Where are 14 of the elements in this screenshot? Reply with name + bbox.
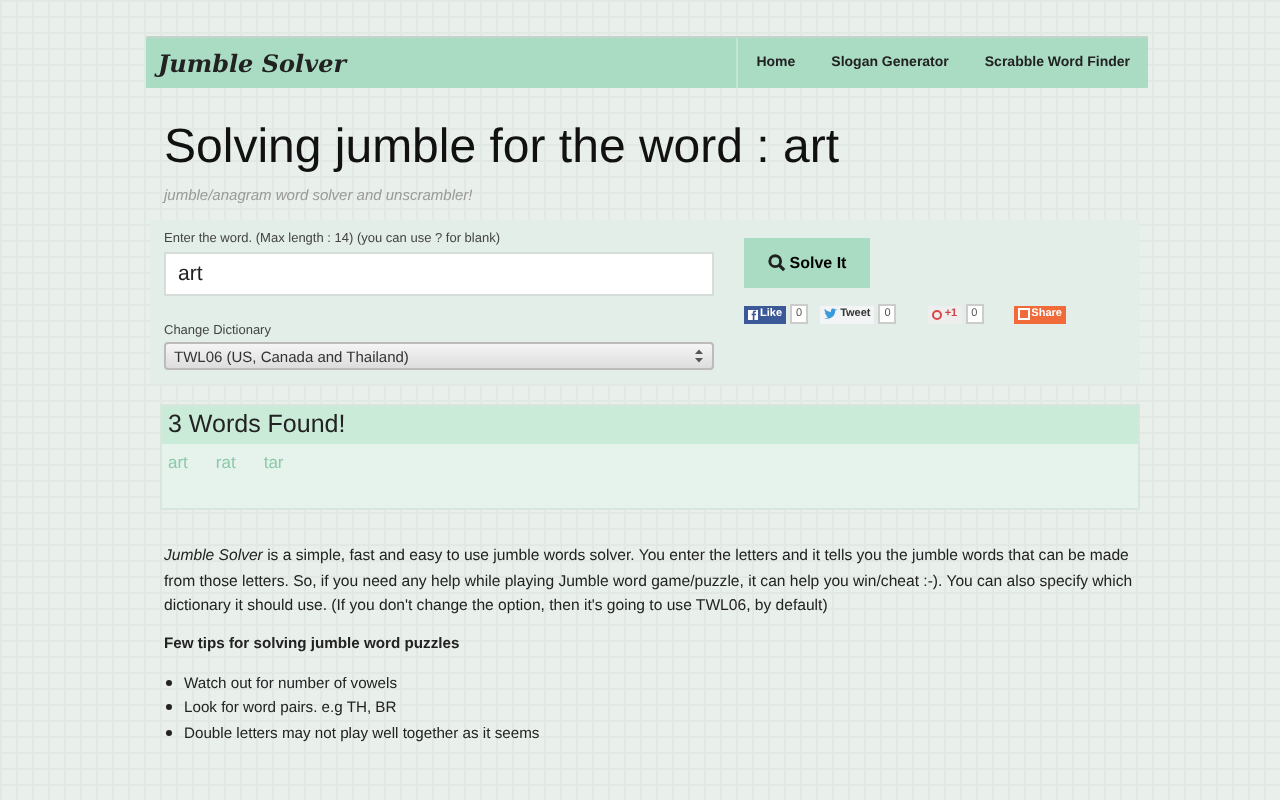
- google-plus-icon: [932, 309, 943, 319]
- bullet-icon: [166, 729, 172, 736]
- page-title: Solving jumble for the word : art: [164, 118, 841, 178]
- results-heading: 3 Words Found!: [162, 406, 1138, 444]
- bird-icon: [824, 308, 839, 320]
- updown-icon: [694, 348, 704, 364]
- facebook-icon: [748, 309, 758, 319]
- search-icon: [767, 254, 786, 272]
- solve-button[interactable]: Solve It: [744, 238, 870, 288]
- share-icon: [1017, 308, 1030, 320]
- word-input[interactable]: art: [164, 252, 714, 296]
- bullet-icon: [166, 704, 172, 711]
- bullet-icon: [166, 679, 172, 686]
- site-logo[interactable]: Jumble Solver: [146, 49, 347, 77]
